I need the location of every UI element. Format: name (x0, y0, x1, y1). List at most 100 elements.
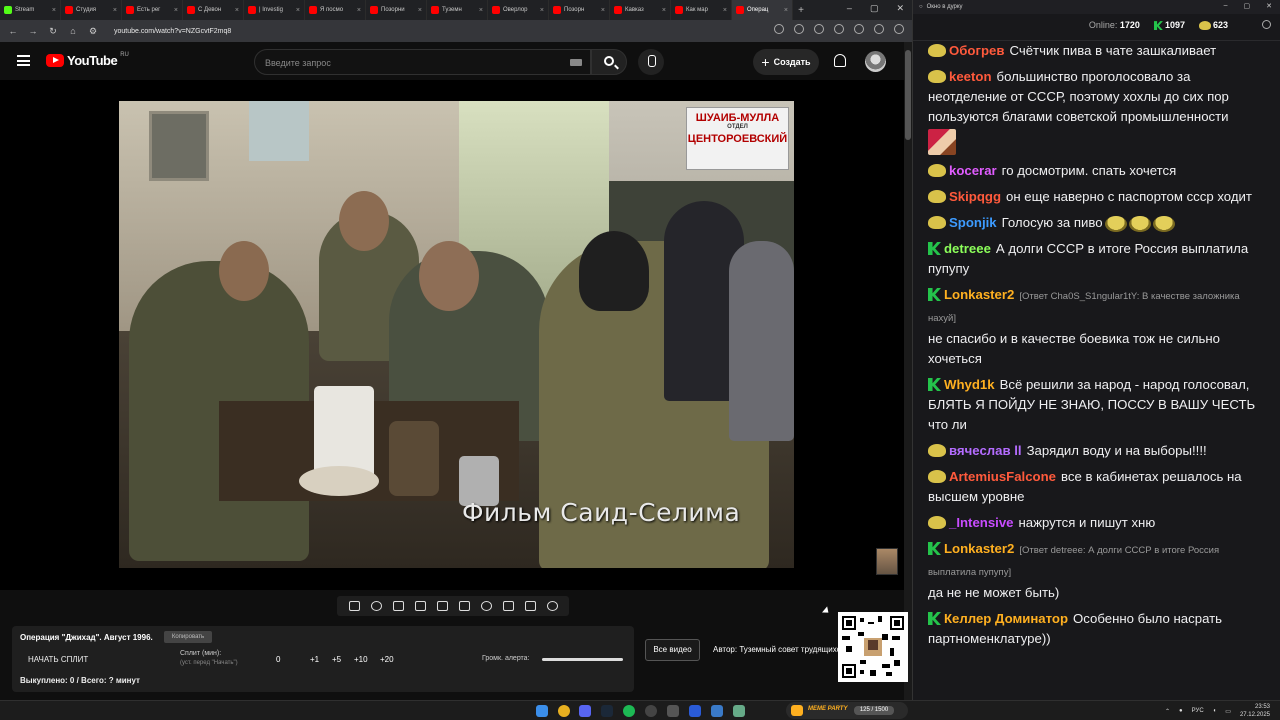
tab-close-icon[interactable]: × (723, 7, 727, 14)
browser-tab[interactable]: Оверлор × (488, 0, 549, 20)
chat-settings-gear-icon[interactable] (1262, 20, 1271, 29)
minimize-icon[interactable]: – (847, 3, 852, 14)
tab-close-icon[interactable]: × (52, 7, 56, 14)
chat-username[interactable]: Lonkaster2 (944, 541, 1014, 556)
search-input[interactable]: Введите запрос (254, 49, 591, 75)
bookmark-star-icon[interactable] (814, 24, 824, 34)
profile-icon[interactable] (854, 24, 864, 34)
zoom-icon[interactable] (774, 24, 784, 34)
watch-later-icon[interactable] (392, 601, 404, 611)
add-clip-icon[interactable] (502, 601, 514, 611)
tab-close-icon[interactable]: × (662, 7, 666, 14)
new-tab-icon[interactable]: + (793, 5, 809, 16)
tab-close-icon[interactable]: × (601, 7, 605, 14)
add-20-button[interactable]: +20 (380, 655, 394, 664)
clock[interactable]: 23:53 27.12.2025 (1240, 703, 1270, 719)
chat-username[interactable]: keeton (949, 69, 992, 84)
browser-tab[interactable]: Операц × (732, 0, 793, 20)
alert-volume-slider[interactable] (542, 658, 623, 661)
browser-menu-icon[interactable] (894, 24, 904, 34)
network-icon[interactable]: ▭ (1225, 708, 1231, 715)
tab-close-icon[interactable]: × (418, 7, 422, 14)
hamburger-menu-icon[interactable] (17, 55, 30, 66)
tab-close-icon[interactable]: × (357, 7, 361, 14)
extension-icon[interactable] (834, 24, 844, 34)
clapperboard-icon[interactable] (414, 601, 426, 611)
home-icon[interactable]: ⌂ (68, 26, 78, 36)
keyboard-icon[interactable] (570, 59, 582, 66)
back-icon[interactable]: ← (8, 26, 18, 36)
chat-username[interactable]: detreee (944, 241, 991, 256)
tab-close-icon[interactable]: × (174, 7, 178, 14)
split-minutes-value[interactable]: 0 (276, 655, 280, 664)
chevron-up-icon[interactable]: ⌃ (1165, 708, 1170, 715)
chat-username[interactable]: Skipqgg (949, 189, 1001, 204)
loop-icon[interactable] (348, 601, 360, 611)
maximize-icon[interactable]: ▢ (870, 3, 879, 14)
expand-icon[interactable] (436, 601, 448, 611)
tab-close-icon[interactable]: × (235, 7, 239, 14)
close-icon[interactable]: ✕ (1266, 2, 1272, 10)
notifications-bell-icon[interactable] (834, 54, 846, 67)
meme-party-widget[interactable]: MEME PARTY 125 / 1500 (786, 702, 908, 719)
add-5-button[interactable]: +5 (332, 655, 341, 664)
mic-tray-icon[interactable]: ● (1179, 708, 1183, 714)
browser-tab[interactable]: Есть рег × (122, 0, 183, 20)
search-button[interactable] (591, 49, 627, 75)
site-info-icon[interactable]: ⚙ (88, 26, 98, 37)
volume-icon[interactable]: ◖ (1213, 708, 1217, 714)
browser-tab[interactable]: Позорн × (549, 0, 610, 20)
chat-username[interactable]: Lonkaster2 (944, 287, 1014, 302)
all-videos-button[interactable]: Все видео (645, 639, 700, 661)
avatar[interactable] (865, 51, 886, 72)
maximize-icon[interactable]: ▢ (1244, 2, 1251, 10)
author-label[interactable]: Автор: Туземный совет трудящихся (713, 645, 841, 654)
app-icon-2[interactable] (689, 705, 701, 717)
tab-close-icon[interactable]: × (479, 7, 483, 14)
tab-close-icon[interactable]: × (296, 7, 300, 14)
spotify-icon[interactable] (623, 705, 635, 717)
browser-tab[interactable]: Stream × (0, 0, 61, 20)
download-icon[interactable] (874, 24, 884, 34)
browser-tab[interactable]: Как мар × (671, 0, 732, 20)
chat-username[interactable]: Келлер Доминатор (944, 611, 1068, 626)
screenshot-camera-icon[interactable] (524, 601, 536, 611)
add-1-button[interactable]: +1 (310, 655, 319, 664)
mini-thumbnail[interactable] (876, 548, 898, 575)
chat-message-list[interactable]: Обогрев Счётчик пива в чате зашкаливает ke… (913, 40, 1280, 680)
language-indicator[interactable]: РУС (1192, 708, 1204, 714)
browser-tab[interactable]: Студия × (61, 0, 122, 20)
create-button[interactable]: + Создать (753, 49, 819, 75)
copy-button[interactable]: Копировать (164, 631, 212, 643)
page-scrollbar[interactable] (904, 42, 912, 700)
chat-username[interactable]: Обогрев (949, 43, 1004, 58)
steam-icon[interactable] (601, 705, 613, 717)
start-split-button[interactable]: НАЧАТЬ СПЛИТ (28, 655, 88, 664)
settings-gear-icon[interactable] (546, 601, 558, 611)
browser-tab[interactable]: С Девон × (183, 0, 244, 20)
obs-icon[interactable] (645, 705, 657, 717)
tab-close-icon[interactable]: × (784, 7, 788, 14)
app-icon-1[interactable] (667, 705, 679, 717)
reload-icon[interactable]: ↻ (48, 26, 58, 37)
video-frame[interactable]: ШУАИБ-МУЛЛА ОТДЕЛ ЦЕНТОРОЕВСКИЙ Фильм Са… (119, 101, 794, 568)
chrome-icon[interactable] (558, 705, 570, 717)
browser-tab[interactable]: Позорни × (366, 0, 427, 20)
browser-tab[interactable]: Кавказ × (610, 0, 671, 20)
video-player[interactable]: ШУАИБ-МУЛЛА ОТДЕЛ ЦЕНТОРОЕВСКИЙ Фильм Са… (0, 80, 904, 590)
cast-icon[interactable] (794, 24, 804, 34)
chat-username[interactable]: Whyd1k (944, 377, 995, 392)
tab-close-icon[interactable]: × (540, 7, 544, 14)
browser-tab[interactable]: Туземн × (427, 0, 488, 20)
speed-gauge-icon[interactable] (480, 601, 492, 611)
address-bar[interactable]: youtube.com/watch?v=NZGcvtF2mq8 (114, 28, 231, 35)
telegram-icon[interactable] (711, 705, 723, 717)
chat-username[interactable]: вячеслав ll (949, 443, 1022, 458)
broadcast-icon[interactable] (370, 601, 382, 611)
minimize-icon[interactable]: – (1224, 2, 1228, 10)
captions-icon[interactable] (458, 601, 470, 611)
app-icon-3[interactable] (733, 705, 745, 717)
chat-username[interactable]: ArtemiusFalcone (949, 469, 1056, 484)
chat-username[interactable]: _Intensive (949, 515, 1014, 530)
add-10-button[interactable]: +10 (354, 655, 368, 664)
